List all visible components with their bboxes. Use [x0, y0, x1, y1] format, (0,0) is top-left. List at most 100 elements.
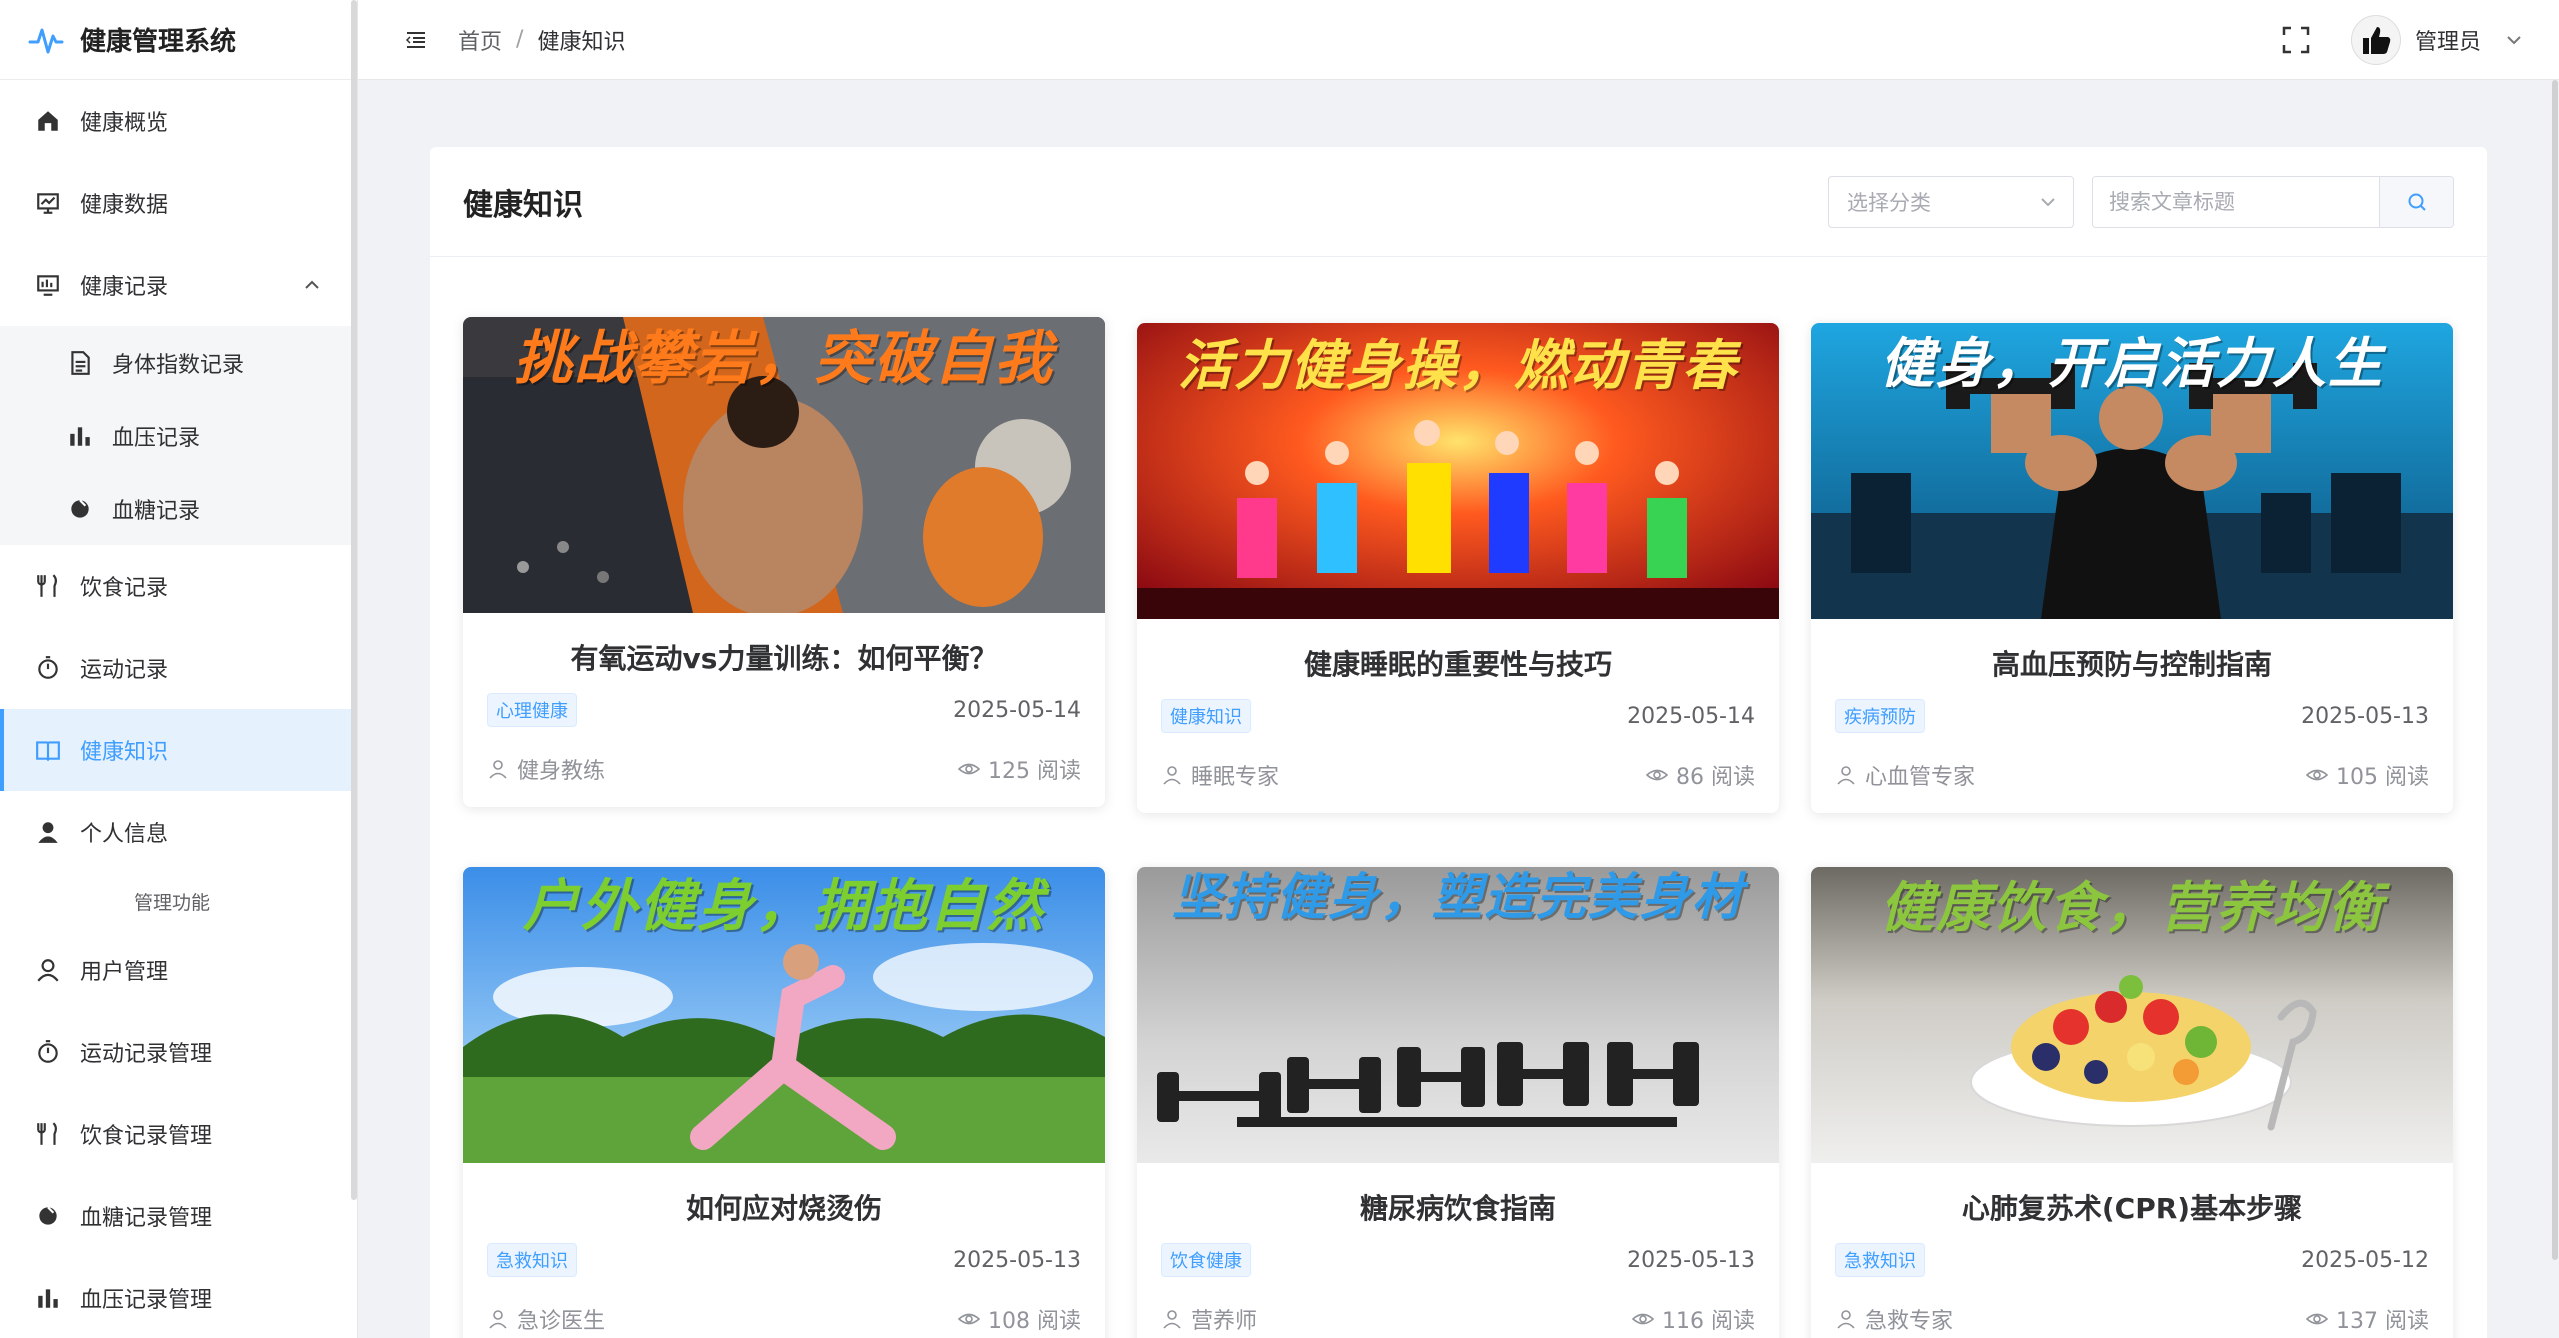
- sidebar-item-label: 饮食记录: [80, 576, 169, 601]
- article-footer: 急救专家 137 阅读: [1811, 1303, 2453, 1338]
- sidebar-item-health-knowledge[interactable]: 健康知识: [0, 709, 357, 791]
- book-icon: [34, 736, 62, 764]
- user-outline-icon: [34, 956, 62, 984]
- sidebar-item-exercise-management[interactable]: 运动记录管理: [0, 1011, 357, 1093]
- author-name: 睡眠专家: [1191, 765, 1280, 790]
- article-meta: 急救知识 2025-05-12: [1811, 1243, 2453, 1277]
- eye-icon: [2306, 1313, 2328, 1325]
- knowledge-panel: 健康知识 选择分类 搜索文章标题 挑战攀岩，突破自我 有氧运动vs力量训练：如何…: [430, 147, 2487, 1338]
- avatar[interactable]: [2350, 15, 2401, 65]
- sidebar-item-health-data[interactable]: 健康数据: [0, 162, 357, 244]
- category-tag: 心理健康: [487, 693, 577, 727]
- view-count: 105 阅读: [2336, 765, 2429, 790]
- sidebar-item-label: 血糖记录管理: [80, 1206, 213, 1231]
- sidebar-item-blood-pressure-management[interactable]: 血压记录管理: [0, 1257, 357, 1338]
- category-tag: 健康知识: [1161, 699, 1251, 733]
- author-name: 营养师: [1191, 1309, 1258, 1334]
- article-card[interactable]: 挑战攀岩，突破自我 有氧运动vs力量训练：如何平衡？ 心理健康 2025-05-…: [463, 317, 1105, 807]
- sidebar-item-body-index[interactable]: 身体指数记录: [0, 326, 357, 399]
- eye-icon: [1646, 769, 1668, 781]
- sidebar-item-diet-management[interactable]: 饮食记录管理: [0, 1093, 357, 1175]
- publish-date: 2025-05-13: [2301, 703, 2429, 729]
- app-logo[interactable]: 健康管理系统: [0, 0, 357, 80]
- health-record-submenu: 身体指数记录 血压记录 血糖记录: [0, 326, 357, 545]
- sidebar-item-blood-pressure[interactable]: 血压记录: [0, 399, 357, 472]
- article-card[interactable]: 健康饮食，营养均衡 心肺复苏术(CPR)基本步骤 急救知识 2025-05-12…: [1811, 867, 2453, 1338]
- article-title[interactable]: 如何应对烧烫伤: [463, 1189, 1105, 1229]
- author: 营养师: [1161, 1303, 1257, 1335]
- sidebar-item-label: 血糖记录: [112, 498, 201, 524]
- sidebar-item-health-record[interactable]: 健康记录: [0, 244, 357, 326]
- user-outline-icon: [489, 760, 507, 779]
- sidebar-item-profile[interactable]: 个人信息: [0, 791, 357, 873]
- breadcrumb-home[interactable]: 首页: [458, 24, 502, 56]
- category-tag: 饮食健康: [1161, 1243, 1251, 1277]
- view-count: 108 阅读: [988, 1309, 1081, 1334]
- main-scrollbar[interactable]: [2551, 80, 2559, 1338]
- article-image-rock-climbing: 挑战攀岩，突破自我: [463, 317, 1105, 613]
- sidebar-item-blood-sugar-management[interactable]: 血糖记录管理: [0, 1175, 357, 1257]
- view-count: 125 阅读: [988, 759, 1081, 784]
- search-input[interactable]: [2093, 177, 2379, 227]
- eye-icon: [958, 1313, 980, 1325]
- article-title[interactable]: 有氧运动vs力量训练：如何平衡？: [463, 639, 1105, 679]
- views: 125 阅读: [958, 753, 1081, 785]
- sidebar-item-user-management[interactable]: 用户管理: [0, 929, 357, 1011]
- author-name: 心血管专家: [1865, 765, 1976, 790]
- category-select[interactable]: 选择分类: [1828, 176, 2074, 228]
- stopwatch-icon: [34, 1038, 62, 1066]
- article-title[interactable]: 高血压预防与控制指南: [1811, 645, 2453, 685]
- author: 健身教练: [487, 753, 605, 785]
- article-image-caption: 坚持健身，塑造完美身材: [1172, 868, 1744, 926]
- article-footer: 营养师 116 阅读: [1137, 1303, 1779, 1338]
- sidebar-item-label: 运动记录: [80, 658, 169, 683]
- sidebar-item-label: 身体指数记录: [112, 352, 245, 378]
- article-card[interactable]: 户外健身，拥抱自然 如何应对烧烫伤 急救知识 2025-05-13 急诊医生 1…: [463, 867, 1105, 1338]
- sidebar-scrollbar[interactable]: [351, 0, 357, 1200]
- fullscreen-icon[interactable]: [2281, 25, 2311, 55]
- article-title[interactable]: 糖尿病饮食指南: [1137, 1189, 1779, 1229]
- sidebar-item-overview[interactable]: 健康概览: [0, 80, 357, 162]
- article-meta: 急救知识 2025-05-13: [463, 1243, 1105, 1277]
- sidebar-item-label: 运动记录管理: [80, 1042, 213, 1067]
- article-card[interactable]: 健身，开启活力人生 高血压预防与控制指南 疾病预防 2025-05-13 心血管…: [1811, 323, 2453, 813]
- breadcrumb: 首页 / 健康知识: [458, 24, 625, 56]
- article-footer: 心血管专家 105 阅读: [1811, 759, 2453, 813]
- article-meta: 饮食健康 2025-05-13: [1137, 1243, 1779, 1277]
- article-footer: 急诊医生 108 阅读: [463, 1303, 1105, 1338]
- article-image-aerobics: 活力健身操，燃动青春: [1137, 323, 1779, 619]
- sidebar-item-exercise-record[interactable]: 运动记录: [0, 627, 357, 709]
- thumbs-up-icon: [2362, 27, 2391, 54]
- view-count: 86 阅读: [1676, 765, 1755, 790]
- article-meta: 心理健康 2025-05-14: [463, 693, 1105, 727]
- publish-date: 2025-05-14: [1627, 703, 1755, 729]
- sidebar-item-blood-sugar[interactable]: 血糖记录: [0, 472, 357, 545]
- drop-icon: [34, 1202, 62, 1230]
- article-footer: 健身教练 125 阅读: [463, 753, 1105, 807]
- article-card[interactable]: 坚持健身，塑造完美身材 糖尿病饮食指南 饮食健康 2025-05-13 营养师 …: [1137, 867, 1779, 1338]
- user-name[interactable]: 管理员: [2415, 24, 2481, 56]
- search-icon: [2408, 193, 2426, 211]
- sidebar-item-diet-record[interactable]: 饮食记录: [0, 545, 357, 627]
- page-title: 健康知识: [463, 187, 583, 223]
- article-image-outdoor-yoga: 户外健身，拥抱自然: [463, 867, 1105, 1163]
- drop-icon: [66, 495, 94, 523]
- document-icon: [66, 349, 94, 377]
- article-card[interactable]: 活力健身操，燃动青春 健康睡眠的重要性与技巧 健康知识 2025-05-14 睡…: [1137, 323, 1779, 813]
- category-select-placeholder: 选择分类: [1847, 191, 1931, 215]
- article-title[interactable]: 心肺复苏术(CPR)基本步骤: [1811, 1189, 2453, 1229]
- menu-fold-icon[interactable]: [404, 28, 428, 52]
- search-button[interactable]: [2379, 177, 2453, 227]
- bar-chart-icon: [66, 422, 94, 450]
- article-image-caption: 挑战攀岩，突破自我: [513, 324, 1054, 392]
- article-meta: 健康知识 2025-05-14: [1137, 699, 1779, 733]
- author: 心血管专家: [1835, 759, 1975, 791]
- sidebar-item-label: 健康知识: [80, 740, 169, 765]
- chevron-down-icon[interactable]: [2505, 31, 2523, 49]
- view-count: 137 阅读: [2336, 1309, 2429, 1334]
- author: 急诊医生: [487, 1303, 605, 1335]
- article-title[interactable]: 健康睡眠的重要性与技巧: [1137, 645, 1779, 685]
- user-outline-icon: [1837, 766, 1855, 785]
- article-image-dumbbells: 坚持健身，塑造完美身材: [1137, 867, 1779, 1163]
- monitor-chart-icon: [34, 189, 62, 217]
